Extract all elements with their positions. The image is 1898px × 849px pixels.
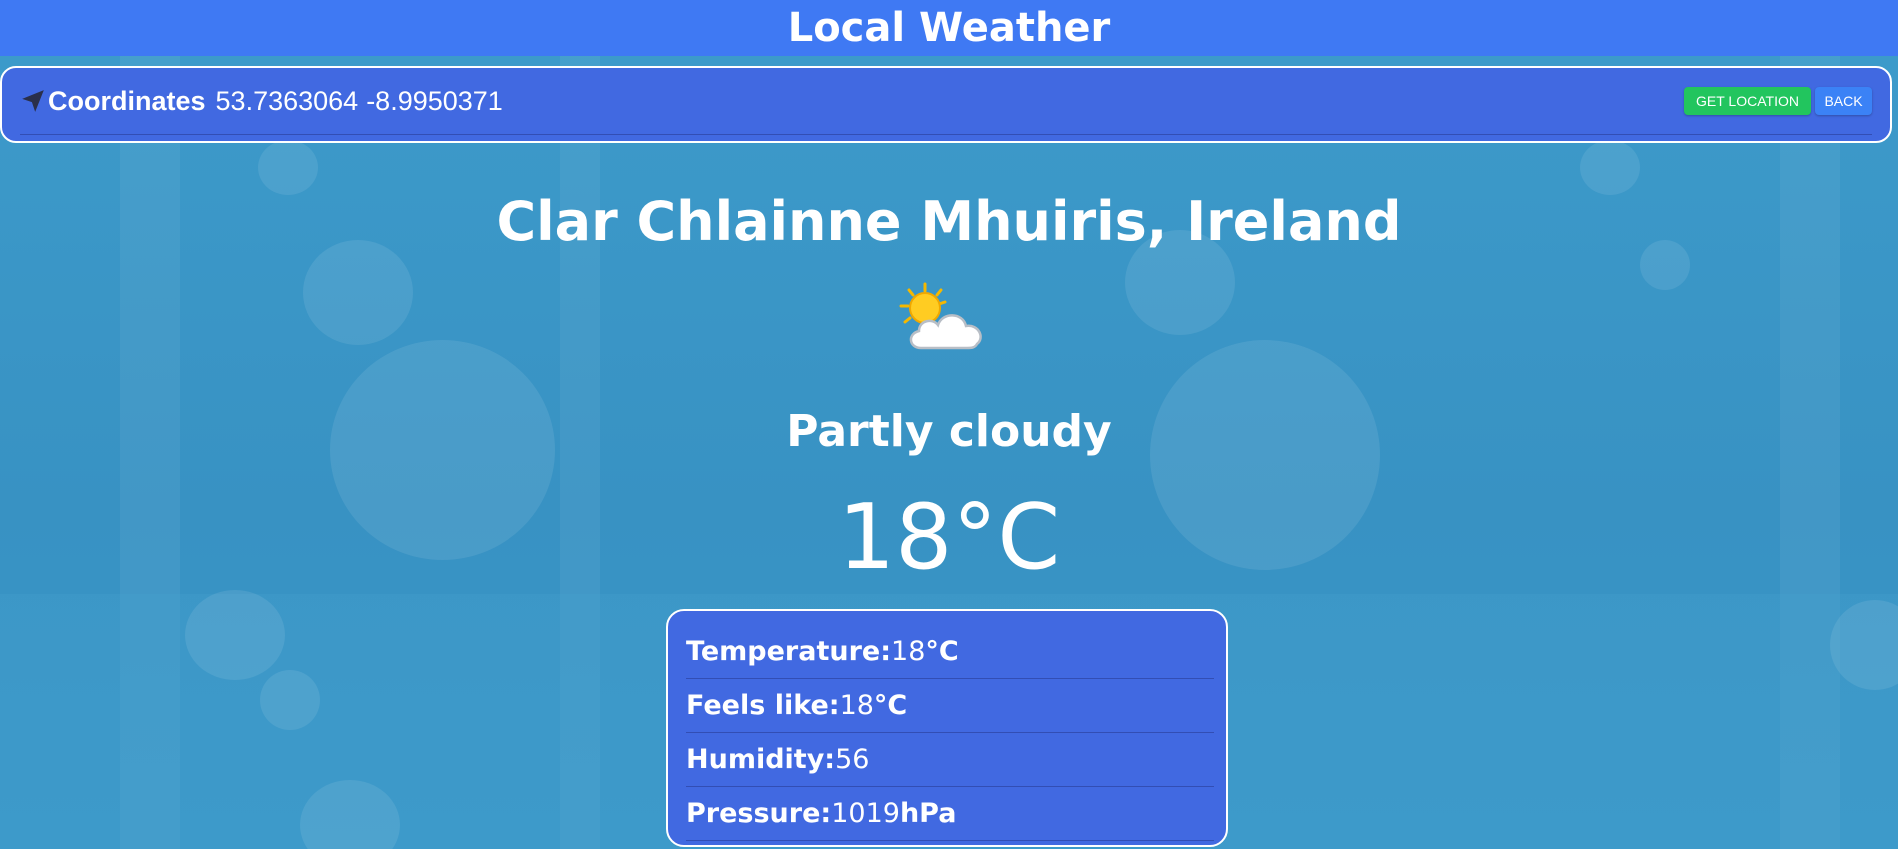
detail-label: Feels like:: [686, 690, 840, 721]
coordinates-label: Coordinates: [48, 85, 206, 116]
longitude-value: -8.9950371: [366, 85, 503, 116]
detail-value: 56: [835, 744, 870, 775]
detail-row-pressure: Pressure: 1019 hPa: [686, 787, 1214, 841]
detail-unit: hPa: [899, 798, 957, 829]
detail-label: Humidity:: [686, 744, 836, 775]
app-header: Local Weather: [0, 0, 1898, 56]
location-name: Clar Chlainne Mhuiris, Ireland: [496, 190, 1402, 253]
detail-label: Pressure:: [686, 798, 832, 829]
detail-value: 18: [891, 636, 926, 667]
detail-unit: °C: [925, 636, 959, 667]
detail-unit: °C: [873, 690, 908, 721]
detail-value: 1019: [831, 798, 900, 829]
detail-value: 18: [839, 690, 874, 721]
weather-condition: Partly cloudy: [786, 406, 1112, 457]
current-temperature: 18°C: [837, 485, 1061, 590]
detail-row-humidity: Humidity: 56: [686, 733, 1214, 787]
detail-row-feels-like: Feels like: 18 °C: [686, 679, 1214, 733]
get-location-button[interactable]: GET LOCATION: [1684, 87, 1811, 115]
back-button[interactable]: BACK: [1815, 87, 1872, 115]
partly-cloudy-icon: [899, 282, 982, 350]
detail-row-temperature: Temperature: 18 °C: [686, 625, 1214, 679]
latitude-value: 53.7363064: [215, 85, 359, 116]
detail-label: Temperature:: [686, 636, 892, 667]
coordinates-bar: Coordinates 53.7363064 -8.9950371 GET LO…: [0, 66, 1892, 143]
page-title: Local Weather: [787, 5, 1111, 51]
location-arrow-icon: [22, 90, 44, 112]
weather-details-panel: Temperature: 18 °C Feels like: 18 °C Hum…: [666, 609, 1228, 847]
